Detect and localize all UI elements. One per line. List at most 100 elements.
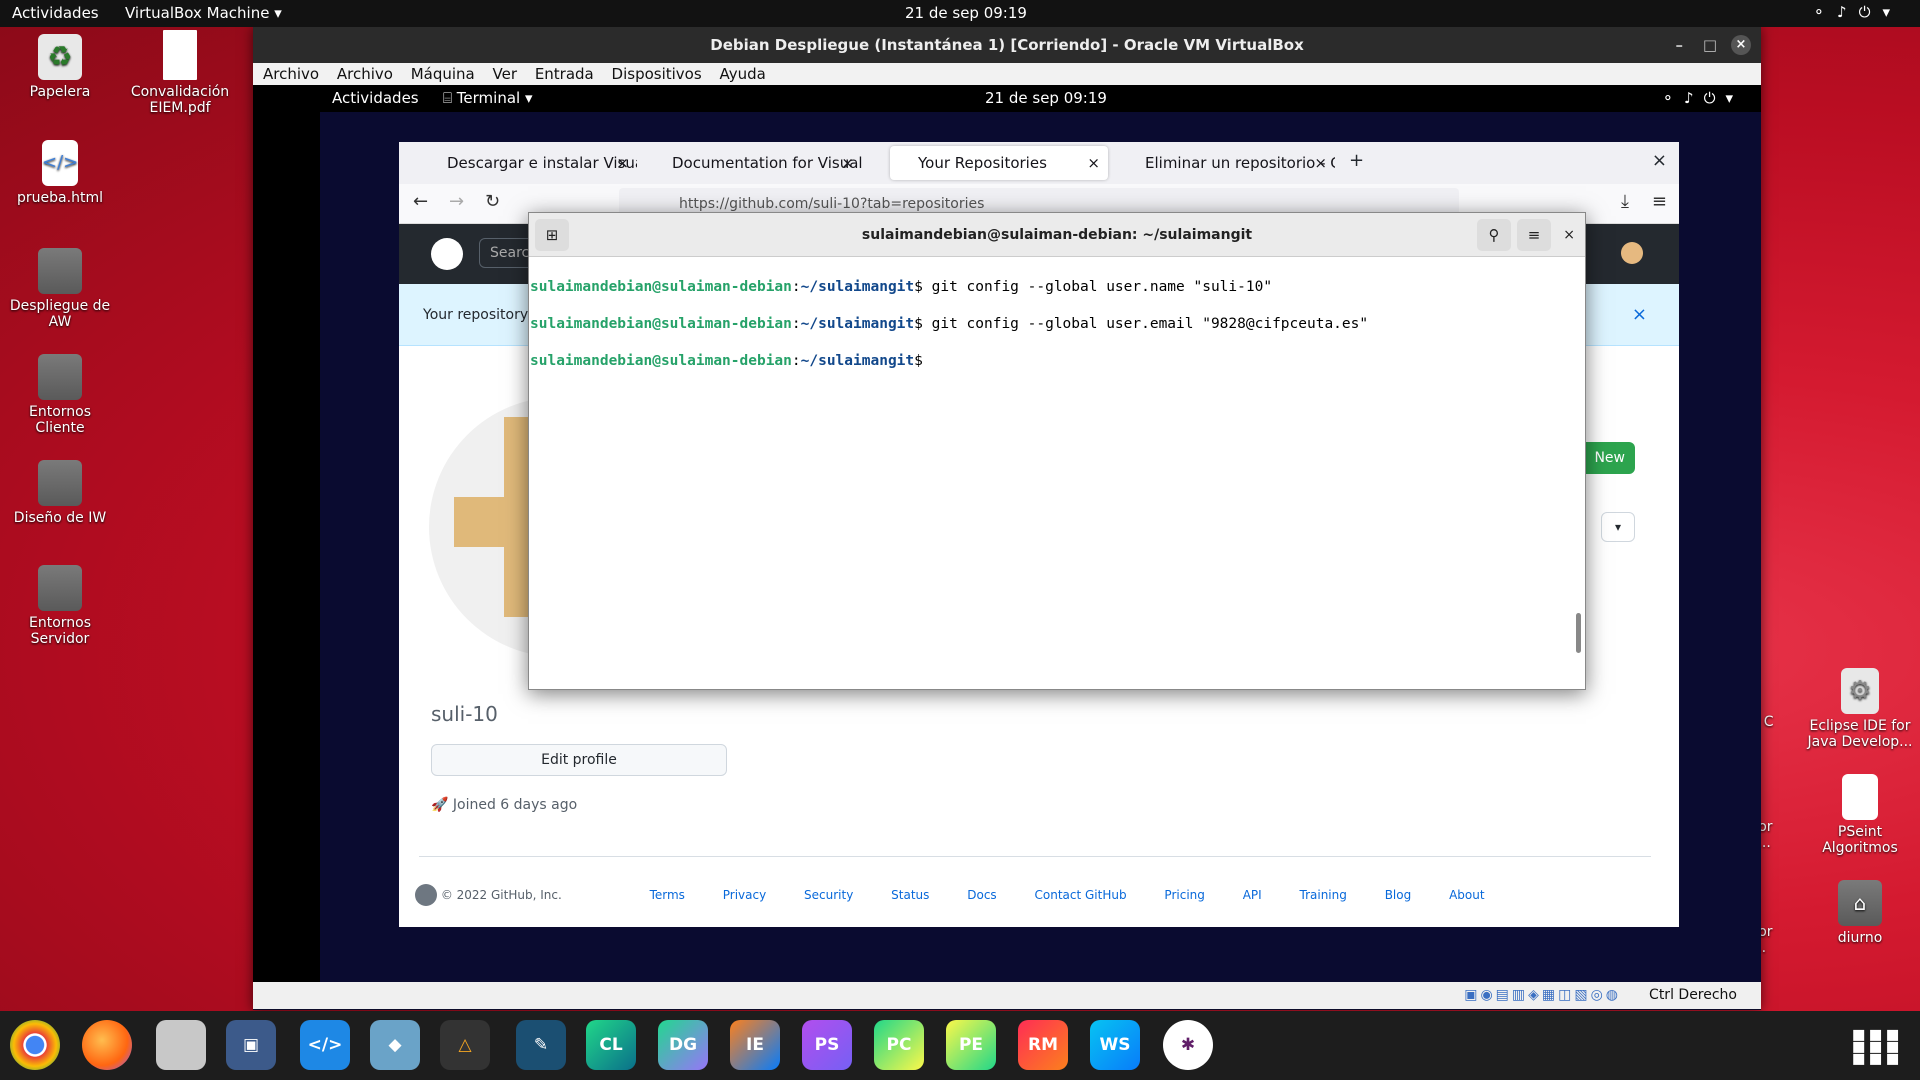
desktop-folder-diseno[interactable]: Diseño de IW xyxy=(5,460,115,526)
desktop-icon-trash[interactable]: ♻ Papelera xyxy=(5,34,115,100)
footer-link-docs[interactable]: Docs xyxy=(967,888,996,902)
new-tab-icon[interactable]: + xyxy=(1349,150,1364,171)
footer-link-pricing[interactable]: Pricing xyxy=(1164,888,1204,902)
datagrip-icon[interactable]: DG xyxy=(658,1020,708,1070)
slack-icon[interactable]: ✱ xyxy=(1163,1020,1213,1070)
files-icon[interactable] xyxy=(156,1020,206,1070)
close-icon[interactable]: × xyxy=(1087,146,1100,180)
menu-ayuda[interactable]: Ayuda xyxy=(719,65,765,83)
terminal-window: ⊞ sulaimandebian@sulaiman-debian: ~/sula… xyxy=(528,212,1586,690)
desktop-folder-entornos-cliente[interactable]: Entornos Cliente xyxy=(5,354,115,436)
close-icon[interactable]: × xyxy=(616,146,629,180)
menu-dispositivos[interactable]: Dispositivos xyxy=(612,65,702,83)
back-icon[interactable]: ← xyxy=(413,191,428,212)
phpstorm-icon[interactable]: PS xyxy=(802,1020,852,1070)
footer-link-privacy[interactable]: Privacy xyxy=(723,888,766,902)
close-icon[interactable]: × xyxy=(1563,213,1575,257)
webstorm-icon[interactable]: WS xyxy=(1090,1020,1140,1070)
clock[interactable]: 21 de sep 09:19 xyxy=(905,4,1027,22)
folder-icon xyxy=(38,460,82,506)
tab-descargar[interactable]: Descargar e instalar Visua × xyxy=(419,146,637,180)
app-menu[interactable]: VirtualBox Machine ▾ xyxy=(125,4,282,22)
drawing-app-icon[interactable]: △ xyxy=(440,1020,490,1070)
github-logo-icon[interactable] xyxy=(415,884,437,906)
guest-app-menu[interactable]: ⌸ Terminal ▾ xyxy=(443,85,533,112)
chevron-down-icon[interactable]: ▾ xyxy=(1601,512,1635,542)
menu-ver[interactable]: Ver xyxy=(493,65,518,83)
guest-system-tray[interactable]: ⚬♪⏻▾ xyxy=(1661,85,1743,112)
rocket-icon: 🚀 xyxy=(431,797,449,813)
firefox-icon[interactable] xyxy=(82,1020,132,1070)
desktop-folder-entornos-servidor[interactable]: Entornos Servidor xyxy=(5,565,115,647)
close-icon[interactable]: × xyxy=(841,146,854,180)
vscode-icon[interactable]: </> xyxy=(300,1020,350,1070)
avatar[interactable] xyxy=(1621,242,1643,264)
maximize-icon[interactable]: □ xyxy=(1703,27,1717,63)
footer-link-contact[interactable]: Contact GitHub xyxy=(1035,888,1127,902)
tab-documentation[interactable]: Documentation for Visual × xyxy=(644,146,862,180)
menu-icon[interactable]: ≡ xyxy=(1652,191,1667,212)
tab-your-repositories[interactable]: Your Repositories × xyxy=(890,146,1108,180)
mysql-workbench-icon[interactable]: ✎ xyxy=(516,1020,566,1070)
host-key-label: Ctrl Derecho xyxy=(1649,987,1737,1003)
clion-icon[interactable]: CL xyxy=(586,1020,636,1070)
terminal-icon: ⌸ xyxy=(443,89,453,107)
reload-icon[interactable]: ↻ xyxy=(485,191,500,212)
cube-app-icon[interactable]: ◆ xyxy=(370,1020,420,1070)
close-icon[interactable]: × xyxy=(1314,146,1327,180)
desktop-icon-pdf[interactable]: Convalidación EIEM.pdf xyxy=(125,30,235,116)
desktop-icon-eclipse[interactable]: ⚙ Eclipse IDE for Java Develop... xyxy=(1805,668,1915,750)
minimize-icon[interactable]: – xyxy=(1676,27,1684,63)
guest-clock[interactable]: 21 de sep 09:19 xyxy=(985,85,1107,112)
menu-archivo[interactable]: Archivo xyxy=(263,65,319,83)
terminal-output[interactable]: sulaimandebian@sulaiman-debian:~/sulaima… xyxy=(529,257,1585,409)
close-icon[interactable]: × xyxy=(1632,284,1647,346)
new-tab-icon[interactable]: ⊞ xyxy=(535,219,569,251)
desktop-icon-html[interactable]: </> prueba.html xyxy=(5,140,115,206)
menu-archivo-2[interactable]: Archivo xyxy=(337,65,393,83)
footer-divider xyxy=(419,856,1651,857)
show-apps-icon[interactable]: ▪▪▪ ▪▪▪ ▪▪▪ xyxy=(1851,1024,1902,1070)
system-tray[interactable]: ⚬♪⏻▾ xyxy=(1812,3,1902,21)
activities-button[interactable]: Actividades xyxy=(12,4,99,22)
guest-activities[interactable]: Actividades xyxy=(332,85,419,112)
menu-maquina[interactable]: Máquina xyxy=(411,65,475,83)
edit-profile-button[interactable]: Edit profile xyxy=(431,744,727,776)
chrome-icon[interactable] xyxy=(10,1020,60,1070)
desktop-icon-pseint[interactable]: PSeint Algoritmos xyxy=(1805,774,1915,856)
vbox-title: Debian Despliegue (Instantánea 1) [Corri… xyxy=(710,36,1304,54)
joined-date: 🚀 Joined 6 days ago xyxy=(431,797,578,813)
close-window-icon[interactable]: × xyxy=(1652,150,1667,171)
desktop-folder-diurno[interactable]: ⌂ diurno xyxy=(1805,880,1915,946)
intellij-icon[interactable]: IE xyxy=(730,1020,780,1070)
footer-link-api[interactable]: API xyxy=(1243,888,1262,902)
tab-eliminar[interactable]: Eliminar un repositorio - G × xyxy=(1117,146,1335,180)
pycharm-icon[interactable]: PC xyxy=(874,1020,924,1070)
footer-link-training[interactable]: Training xyxy=(1300,888,1347,902)
rubymine-icon[interactable]: RM xyxy=(1018,1020,1068,1070)
desktop-folder-despliegue[interactable]: Despliegue de AW xyxy=(5,248,115,330)
github-logo-icon[interactable] xyxy=(431,238,463,270)
search-icon[interactable]: ⚲ xyxy=(1477,219,1511,251)
scrollbar[interactable] xyxy=(1576,613,1581,653)
device-status-icons[interactable]: ▣◉▤▥◈▦◫▧◎◍ xyxy=(1464,982,1621,1009)
hamburger-menu-icon[interactable]: ≡ xyxy=(1517,219,1551,251)
virtualbox-icon[interactable]: ▣ xyxy=(226,1020,276,1070)
footer-link-terms[interactable]: Terms xyxy=(650,888,685,902)
folder-icon xyxy=(38,565,82,611)
footer-link-security[interactable]: Security xyxy=(804,888,853,902)
pycharm-edu-icon[interactable]: PE xyxy=(946,1020,996,1070)
close-icon[interactable]: × xyxy=(1731,35,1751,55)
text-file-icon xyxy=(1842,774,1878,820)
forward-icon[interactable]: → xyxy=(449,191,464,212)
folder-icon xyxy=(38,248,82,294)
home-folder-icon: ⌂ xyxy=(1838,880,1882,926)
menu-entrada[interactable]: Entrada xyxy=(535,65,594,83)
footer-link-blog[interactable]: Blog xyxy=(1385,888,1412,902)
footer-link-about[interactable]: About xyxy=(1449,888,1484,902)
terminal-line: sulaimandebian@sulaiman-debian:~/sulaima… xyxy=(530,315,1369,332)
footer-link-status[interactable]: Status xyxy=(891,888,929,902)
vbox-titlebar[interactable]: Debian Despliegue (Instantánea 1) [Corri… xyxy=(253,27,1761,63)
terminal-titlebar[interactable]: ⊞ sulaimandebian@sulaiman-debian: ~/sula… xyxy=(529,213,1585,257)
download-icon[interactable]: ⤓ xyxy=(1621,191,1629,212)
